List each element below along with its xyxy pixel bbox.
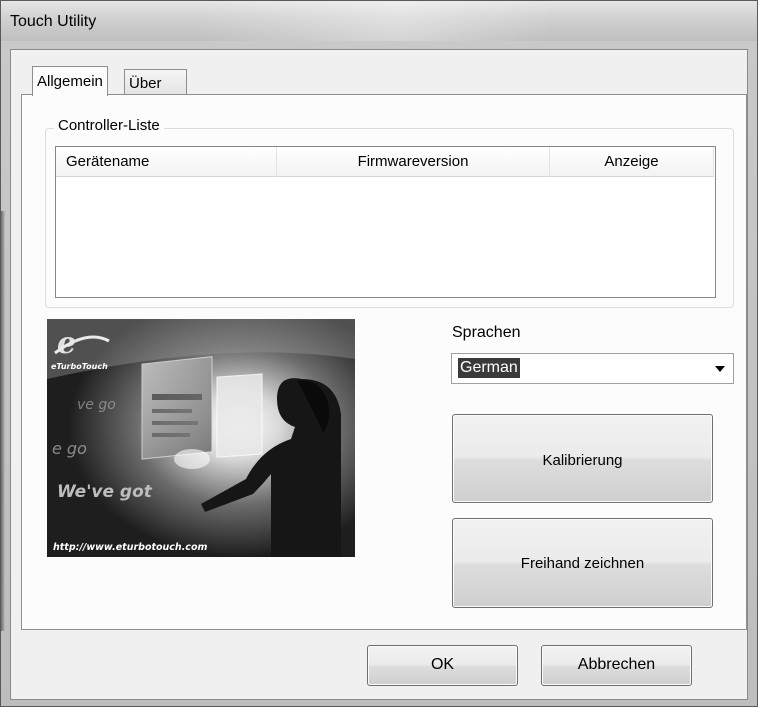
dialog-window: Touch Utility Allgemein Über Controller-… (0, 0, 758, 707)
column-header-label: Anzeige (604, 153, 659, 170)
svg-text:ve go: ve go (77, 397, 116, 413)
controller-listview[interactable]: Gerätename Firmwareversion Anzeige (55, 146, 716, 298)
controller-list-title: Controller-Liste (54, 117, 164, 134)
tab-uber-label: Über (129, 75, 162, 92)
ok-button-label: OK (430, 656, 455, 673)
title-bar[interactable]: Touch Utility (1, 1, 757, 41)
eturbotouch-promo-image: e eTurboTouch ve go e go We've got http:… (47, 319, 355, 557)
freehand-button-label: Freihand zeichnen (520, 555, 645, 572)
tab-uber[interactable]: Über (124, 69, 187, 96)
title-bar-shine (201, 1, 701, 41)
freehand-draw-button[interactable]: Freihand zeichnen (452, 518, 713, 608)
listview-header: Gerätename Firmwareversion Anzeige (56, 147, 715, 177)
column-header-anzeige[interactable]: Anzeige (550, 147, 714, 177)
column-header-firmwareversion[interactable]: Firmwareversion (277, 147, 550, 177)
column-header-label: Gerätename (66, 153, 150, 170)
calibrate-button[interactable]: Kalibrierung (452, 414, 713, 503)
window-edge (1, 211, 5, 631)
language-selected-value: German (458, 358, 520, 378)
calibrate-button-label: Kalibrierung (542, 452, 623, 469)
cancel-button[interactable]: Abbrechen (541, 645, 692, 686)
window-title: Touch Utility (10, 13, 97, 30)
chevron-down-icon[interactable] (715, 366, 725, 372)
url-text: http://www.eturbotouch.com (53, 542, 207, 553)
svg-text:e go: e go (52, 439, 87, 458)
ok-button[interactable]: OK (367, 645, 518, 686)
slogan-text: We've got (57, 482, 153, 502)
column-header-geratename[interactable]: Gerätename (56, 147, 277, 177)
logo-text: eTurboTouch (51, 362, 108, 371)
tab-allgemein[interactable]: Allgemein (32, 66, 108, 96)
column-header-label: Firmwareversion (357, 153, 469, 170)
cancel-button-label: Abbrechen (577, 656, 656, 673)
promo-illustration: e eTurboTouch ve go e go We've got http:… (47, 319, 355, 557)
tab-allgemein-label: Allgemein (37, 73, 103, 90)
language-select[interactable]: German (451, 353, 734, 384)
language-label: Sprachen (452, 324, 521, 341)
